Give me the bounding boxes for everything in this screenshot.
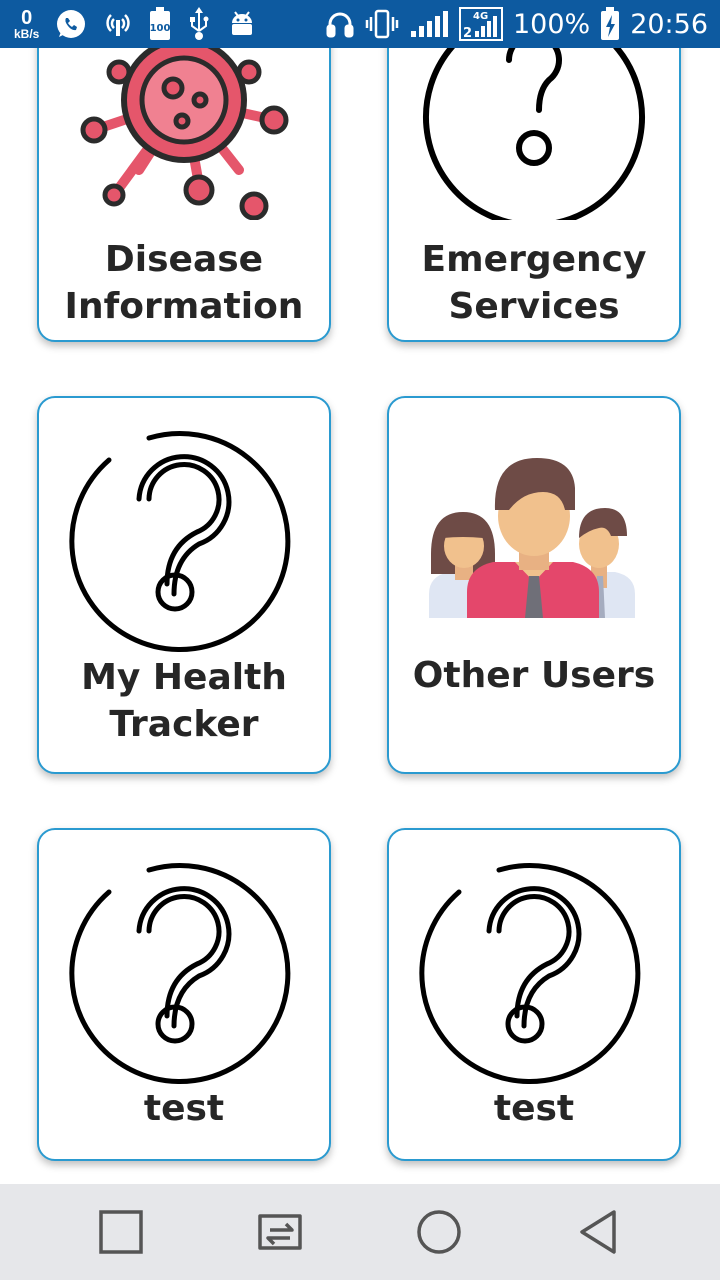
svg-text:100: 100 [150, 23, 171, 34]
home-icon[interactable] [415, 1208, 463, 1256]
card-label: My Health Tracker [81, 657, 287, 745]
svg-text:2: 2 [463, 26, 472, 41]
network-speed-value: 0 [21, 7, 33, 29]
card-label: Disease Information [64, 239, 304, 327]
users-group-icon [389, 454, 679, 618]
vibrate-icon [365, 9, 399, 39]
card-other-users[interactable]: Other Users [387, 396, 681, 774]
card-emergency-services[interactable]: Emergency Services [387, 48, 681, 342]
question-mark-icon [39, 424, 329, 654]
clock: 20:56 [630, 8, 708, 40]
status-bar: 0 kB/s 100 4G 2 100% 20:56 [0, 0, 720, 48]
battery-100-icon: 100 [149, 7, 171, 41]
question-mark-icon [39, 856, 329, 1086]
virus-icon [39, 48, 329, 220]
back-icon[interactable] [576, 1208, 624, 1256]
card-test-1[interactable]: test [37, 828, 331, 1161]
whatsapp-icon [55, 8, 87, 40]
lte-signal-icon: 4G 2 [458, 7, 503, 41]
android-debug-icon [227, 9, 257, 39]
card-test-2[interactable]: test [387, 828, 681, 1161]
card-label: test [493, 1088, 575, 1129]
card-my-health-tracker[interactable]: My Health Tracker [37, 396, 331, 774]
card-label: Emergency Services [421, 239, 647, 327]
switch-app-icon[interactable] [252, 1208, 308, 1256]
question-mark-icon [389, 48, 679, 220]
card-disease-information[interactable]: Disease Information [37, 48, 331, 342]
card-label: test [143, 1088, 225, 1129]
headset-icon [325, 9, 355, 39]
recent-apps-icon[interactable] [97, 1208, 145, 1256]
question-mark-icon [389, 856, 679, 1086]
menu-grid: Disease Information Emergency Services M… [0, 48, 720, 1184]
usb-icon [187, 7, 211, 41]
svg-text:4G: 4G [473, 11, 488, 22]
battery-charging-icon [600, 7, 620, 41]
hotspot-icon [103, 9, 133, 39]
network-speed: 0 kB/s [14, 8, 39, 40]
battery-percent: 100% [512, 8, 591, 40]
signal-icon [409, 9, 449, 39]
navigation-bar [0, 1184, 720, 1280]
network-speed-unit: kB/s [14, 27, 40, 41]
card-label: Other Users [412, 655, 656, 696]
